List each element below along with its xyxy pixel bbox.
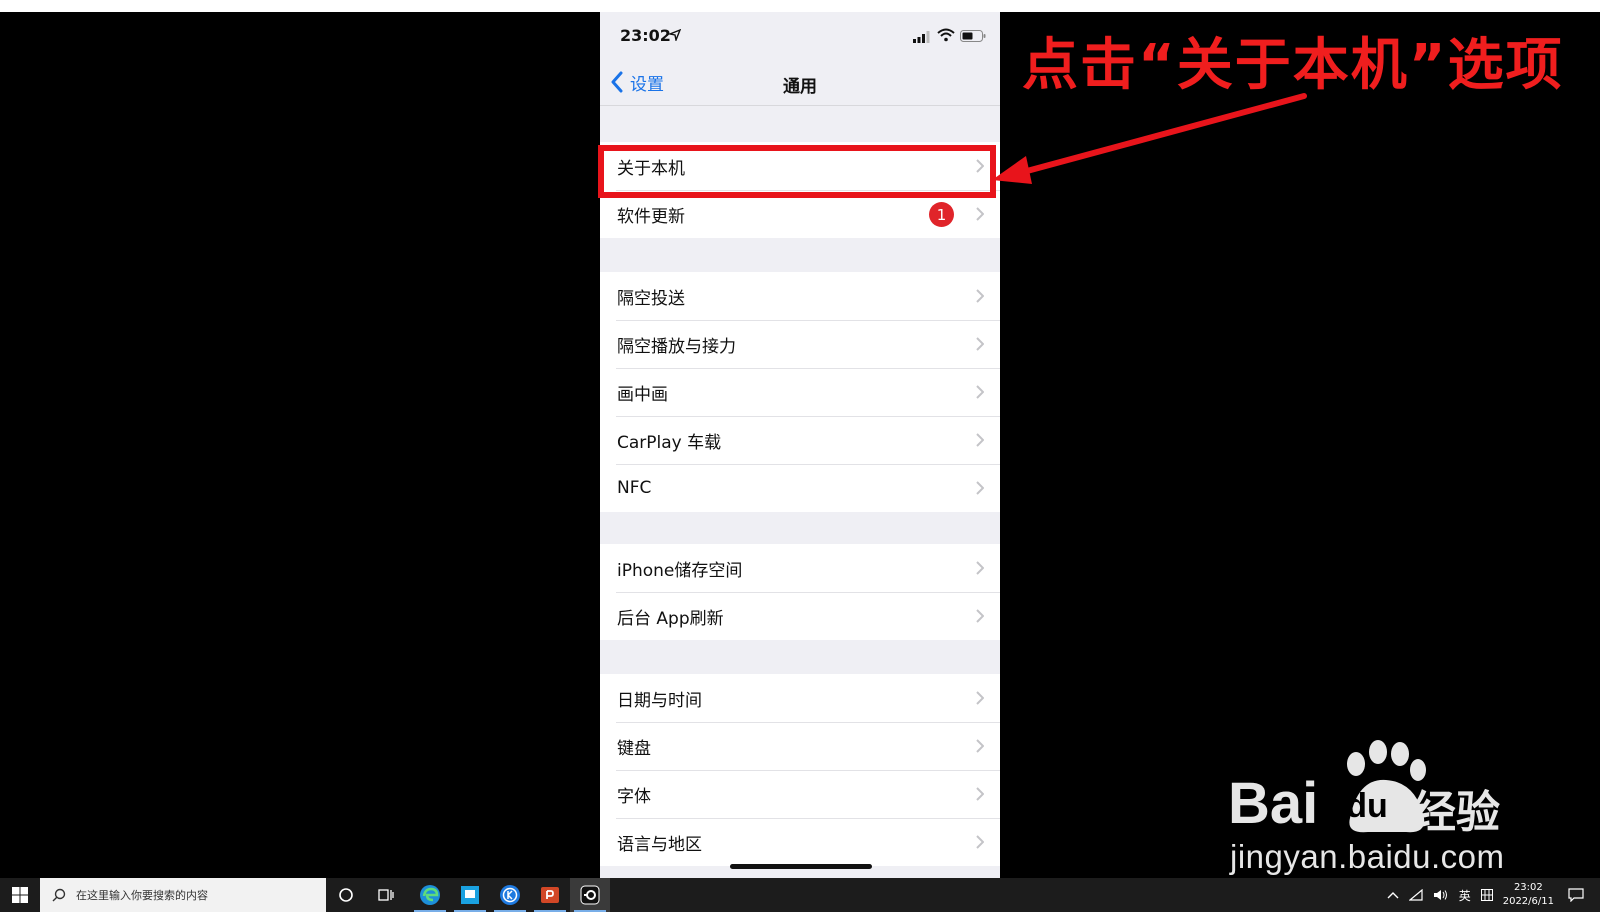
row-label: 隔空投送 bbox=[617, 288, 685, 309]
chevron-right-icon bbox=[976, 561, 984, 575]
row-date-time[interactable]: 日期与时间 bbox=[600, 674, 1000, 722]
ime-language-indicator[interactable]: 英 bbox=[1459, 887, 1471, 904]
row-fonts[interactable]: 字体 bbox=[600, 770, 1000, 818]
start-button[interactable] bbox=[0, 878, 40, 912]
row-picture-in-picture[interactable]: 画中画 bbox=[600, 368, 1000, 416]
notification-badge: 1 bbox=[929, 202, 954, 227]
row-iphone-storage[interactable]: iPhone储存空间 bbox=[600, 544, 1000, 592]
tray-network-button[interactable] bbox=[1408, 889, 1423, 901]
battery-icon bbox=[960, 30, 986, 42]
row-label: CarPlay 车载 bbox=[617, 432, 722, 453]
system-tray: 英 23:02 2022/6/11 bbox=[1387, 878, 1600, 912]
clock-time: 23:02 bbox=[1513, 882, 1543, 893]
watermark-cn: 经验 bbox=[1412, 787, 1500, 838]
powerpoint-icon bbox=[541, 887, 559, 903]
row-label: 软件更新 bbox=[617, 206, 685, 227]
taskbar-app-store[interactable] bbox=[450, 878, 490, 912]
windows-taskbar: 在这里输入你要搜索的内容 英 23:02 2022/6/11 bbox=[0, 878, 1600, 912]
row-nfc[interactable]: NFC bbox=[600, 464, 1000, 512]
watermark-url: jingyan.baidu.com bbox=[1230, 838, 1505, 875]
chevron-right-icon bbox=[976, 835, 984, 849]
location-arrow-icon bbox=[669, 29, 681, 41]
chevron-right-icon bbox=[976, 691, 984, 705]
windows-logo-icon bbox=[12, 887, 28, 903]
chevron-right-icon bbox=[976, 289, 984, 303]
taskbar-search-box[interactable]: 在这里输入你要搜索的内容 bbox=[40, 878, 326, 912]
search-placeholder: 在这里输入你要搜索的内容 bbox=[76, 889, 208, 902]
network-icon bbox=[1408, 889, 1423, 901]
pointer-arrow bbox=[992, 93, 1307, 184]
row-carplay[interactable]: CarPlay 车载 bbox=[600, 416, 1000, 464]
navigation-bar: 设置 通用 bbox=[600, 58, 1000, 106]
task-view-icon bbox=[378, 889, 394, 901]
cellular-signal-icon bbox=[913, 31, 930, 43]
speaker-icon bbox=[1433, 890, 1447, 900]
watermark-du: du bbox=[1346, 787, 1388, 825]
row-label: 后台 App刷新 bbox=[617, 608, 724, 629]
row-label: NFC bbox=[617, 478, 652, 498]
chevron-right-icon bbox=[976, 337, 984, 351]
settings-group-3: iPhone储存空间 后台 App刷新 bbox=[600, 544, 1000, 640]
cortana-button[interactable] bbox=[326, 878, 366, 912]
ime-mode-button[interactable] bbox=[1480, 889, 1493, 901]
clock-date: 2022/6/11 bbox=[1502, 896, 1554, 907]
action-center-button[interactable] bbox=[1568, 888, 1584, 902]
edge-browser-icon bbox=[420, 885, 440, 905]
row-background-refresh[interactable]: 后台 App刷新 bbox=[600, 592, 1000, 640]
page-title: 通用 bbox=[783, 77, 817, 97]
watermark-bai: Bai bbox=[1228, 771, 1319, 836]
cortana-circle-icon bbox=[339, 888, 353, 902]
row-label: 键盘 bbox=[617, 738, 651, 759]
ime-grid-icon bbox=[1480, 889, 1493, 901]
row-airplay-handoff[interactable]: 隔空播放与接力 bbox=[600, 320, 1000, 368]
chevron-right-icon bbox=[976, 433, 984, 447]
chevron-right-icon bbox=[976, 207, 984, 221]
watermark-brand: Bai du bbox=[1228, 770, 1388, 837]
row-language-region[interactable]: 语言与地区 bbox=[600, 818, 1000, 866]
row-label: 画中画 bbox=[617, 384, 668, 405]
row-label: 日期与时间 bbox=[617, 690, 702, 711]
taskbar-app-powerpoint[interactable] bbox=[530, 878, 570, 912]
chevron-right-icon bbox=[976, 385, 984, 399]
chevron-right-icon bbox=[976, 609, 984, 623]
row-keyboard[interactable]: 键盘 bbox=[600, 722, 1000, 770]
row-label: iPhone储存空间 bbox=[617, 560, 743, 581]
top-white-strip bbox=[0, 0, 1600, 12]
settings-group-2: 隔空投送 隔空播放与接力 画中画 CarPlay 车载 NFC bbox=[600, 272, 1000, 512]
chevron-right-icon bbox=[976, 481, 984, 495]
highlight-box bbox=[598, 145, 996, 198]
row-label: 语言与地区 bbox=[617, 834, 702, 855]
notification-icon bbox=[1568, 888, 1584, 902]
store-app-icon bbox=[461, 886, 479, 904]
callout-text: 点击“关于本机”选项 bbox=[1022, 33, 1564, 98]
row-label: 字体 bbox=[617, 786, 651, 807]
task-view-button[interactable] bbox=[366, 878, 406, 912]
chevron-right-icon bbox=[976, 787, 984, 801]
taskbar-clock[interactable]: 23:02 2022/6/11 bbox=[1503, 881, 1554, 909]
status-time: 23:02 bbox=[620, 26, 671, 45]
k-app-icon bbox=[500, 885, 520, 905]
row-airdrop[interactable]: 隔空投送 bbox=[600, 272, 1000, 320]
taskbar-app-k[interactable] bbox=[490, 878, 530, 912]
iphone-screen: 23:02 设置 通用 关于本机 软件更新 1 隔空投送 隔空播放与接力 画中画… bbox=[600, 12, 1000, 878]
taskbar-app-screen-mirror[interactable] bbox=[570, 878, 610, 912]
home-indicator[interactable] bbox=[730, 864, 872, 869]
row-label: 隔空播放与接力 bbox=[617, 336, 736, 357]
taskbar-app-edge[interactable] bbox=[410, 878, 450, 912]
tray-volume-button[interactable] bbox=[1433, 889, 1449, 901]
settings-group-4: 日期与时间 键盘 字体 语言与地区 bbox=[600, 674, 1000, 866]
search-icon bbox=[52, 888, 66, 902]
chevron-right-icon bbox=[976, 739, 984, 753]
screen-mirror-app-icon bbox=[580, 885, 600, 905]
status-bar: 23:02 bbox=[600, 12, 1000, 58]
wifi-icon bbox=[937, 28, 955, 42]
tray-overflow-button[interactable] bbox=[1387, 891, 1399, 899]
chevron-up-icon bbox=[1387, 892, 1399, 899]
